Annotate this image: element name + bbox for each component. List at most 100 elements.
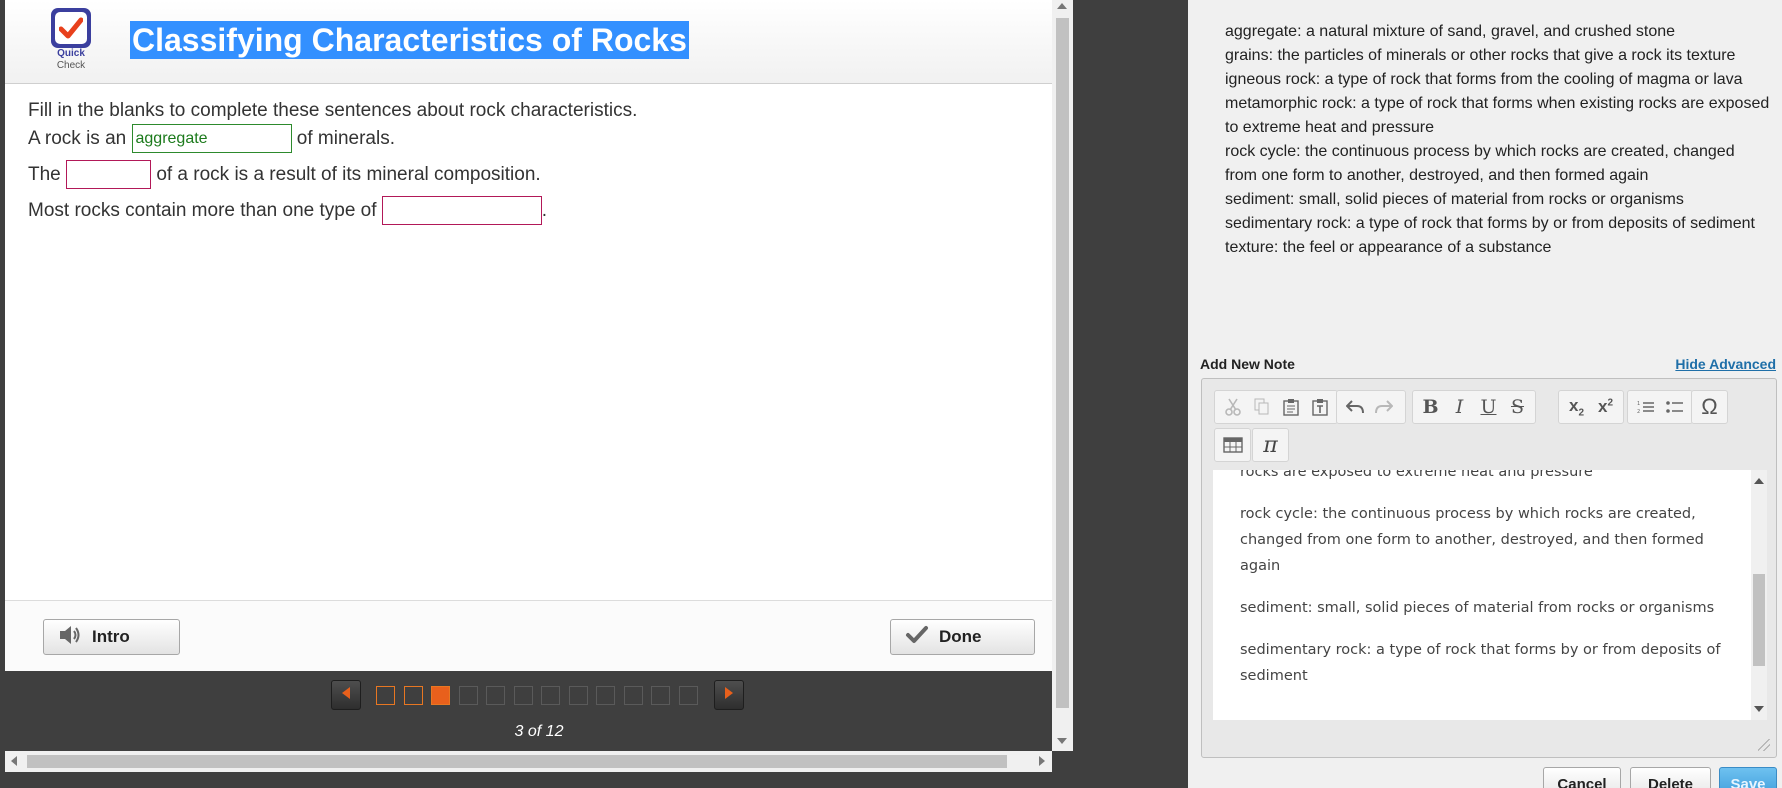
glossary-entry: aggregate: a natural mixture of sand, gr… (1225, 23, 1676, 40)
glossary-entry: sedimentary rock: a type of rock that fo… (1225, 215, 1755, 232)
pi-icon[interactable]: π (1256, 430, 1285, 460)
subscript-icon[interactable]: x2 (1562, 392, 1591, 422)
svg-text:2: 2 (1637, 409, 1640, 414)
sentence-1-before: A rock is an (28, 128, 127, 149)
page-indicator-3[interactable] (431, 686, 450, 705)
page-indicator-9[interactable] (596, 686, 615, 705)
superscript-icon[interactable]: x2 (1591, 392, 1620, 422)
scroll-right-icon[interactable] (1039, 756, 1045, 766)
redo-icon[interactable] (1369, 392, 1398, 422)
cut-icon[interactable] (1218, 392, 1247, 422)
svg-text:1: 1 (1637, 401, 1640, 407)
intro-label: Intro (92, 627, 130, 646)
page-indicator-11[interactable] (651, 686, 670, 705)
sentence-3-before: Most rocks contain more than one type of (28, 200, 377, 221)
scroll-down-icon[interactable] (1057, 738, 1067, 744)
note-editor-body[interactable]: rocks are exposed to extreme heat and pr… (1213, 470, 1767, 720)
activity-frame: Quick Check Classifying Characteristics … (5, 0, 1052, 671)
bulleted-list-icon[interactable] (1660, 392, 1689, 422)
scroll-up-icon[interactable] (1057, 3, 1067, 9)
note-text[interactable]: rocks are exposed to extreme heat and pr… (1240, 470, 1735, 705)
scrollbar-thumb[interactable] (1056, 18, 1069, 708)
quick-check-logo: Quick Check (43, 8, 99, 74)
glossary-entry: texture: the feel or appearance of a sub… (1225, 239, 1552, 256)
glossary-entry: igneous rock: a type of rock that forms … (1225, 71, 1743, 88)
activity-header: Quick Check Classifying Characteristics … (5, 0, 1052, 84)
page-indicator-1[interactable] (376, 686, 395, 705)
glossary-entry: sediment: small, solid pieces of materia… (1225, 191, 1684, 208)
italic-icon[interactable]: I (1445, 392, 1474, 422)
add-note-heading: Add New Note (1200, 356, 1295, 372)
note-paragraph: rock cycle: the continuous process by wh… (1240, 506, 1704, 574)
note-paragraph: rocks are exposed to extreme heat and pr… (1240, 470, 1593, 480)
copy-icon[interactable] (1247, 392, 1276, 422)
activity-footer: Intro Done (5, 600, 1052, 671)
page-indicator-2[interactable] (403, 686, 423, 705)
sentence-3-after: . (541, 200, 548, 221)
page-indicator-6[interactable] (513, 686, 533, 705)
strikethrough-icon[interactable]: S (1503, 392, 1532, 422)
delete-button[interactable]: Delete (1630, 767, 1711, 788)
done-button[interactable]: Done (890, 619, 1035, 655)
save-button[interactable]: Save (1719, 767, 1777, 788)
paste-text-icon[interactable] (1305, 392, 1334, 422)
note-paragraph: sedimentary rock: a type of rock that fo… (1240, 642, 1721, 684)
numbered-list-icon[interactable]: 12 (1631, 392, 1660, 422)
clipboard-toolbar-group (1214, 390, 1338, 424)
activity-pane: Quick Check Classifying Characteristics … (0, 0, 1073, 788)
page-indicator-10[interactable] (623, 686, 643, 705)
resize-grip-icon[interactable] (1758, 739, 1770, 751)
page-navigation: 3 of 12 (0, 671, 1052, 755)
bold-icon[interactable]: B (1416, 392, 1445, 422)
horizontal-scrollbar[interactable] (5, 751, 1052, 772)
previous-page-button[interactable] (331, 680, 361, 710)
scroll-up-icon[interactable] (1754, 478, 1764, 484)
page-indicator-4[interactable] (458, 686, 478, 705)
glossary-entry: grains: the particles of minerals or oth… (1225, 47, 1736, 64)
sentence-1-after: of minerals. (296, 128, 395, 149)
editor-scrollbar[interactable] (1751, 470, 1767, 720)
logo-caption-quick: Quick (57, 48, 85, 59)
notes-panel: aggregate: a natural mixture of sand, gr… (1188, 0, 1782, 788)
blank-3-input[interactable] (381, 196, 542, 226)
page-indicator-5[interactable] (486, 686, 505, 705)
undo-icon[interactable] (1340, 392, 1369, 422)
intro-button[interactable]: Intro (43, 619, 180, 655)
cancel-button[interactable]: Cancel (1543, 767, 1621, 788)
sentence-2-before: The (28, 164, 61, 185)
glossary-entry: metamorphic rock: a type of rock that fo… (1225, 95, 1770, 136)
history-toolbar-group (1336, 390, 1406, 424)
check-icon (905, 625, 929, 650)
sentence-1: A rock is an of minerals. (28, 124, 395, 154)
vertical-scrollbar[interactable] (1052, 0, 1073, 751)
triangle-left-icon (341, 686, 351, 704)
page-indicator-7[interactable] (541, 686, 560, 705)
scroll-left-icon[interactable] (11, 756, 17, 766)
note-paragraph: sediment: small, solid pieces of materia… (1240, 600, 1715, 616)
page-indicator-12[interactable] (678, 686, 698, 705)
glossary-entry: rock cycle: the continuous process by wh… (1225, 143, 1735, 184)
speaker-icon (58, 624, 82, 651)
scroll-down-icon[interactable] (1754, 706, 1764, 712)
list-toolbar-group: 12 (1627, 390, 1693, 424)
table-toolbar-group (1214, 428, 1251, 462)
instructions: Fill in the blanks to complete these sen… (28, 100, 638, 121)
math-toolbar-group: π (1252, 428, 1289, 462)
paste-icon[interactable] (1276, 392, 1305, 422)
checkmark-icon (51, 8, 91, 48)
note-editor: B I U S x2 x2 12 Ω π rocks are exposed t… (1201, 378, 1777, 758)
blank-1-input[interactable] (131, 124, 292, 154)
sentence-3: Most rocks contain more than one type of… (28, 196, 547, 226)
scrollbar-thumb[interactable] (27, 755, 1007, 768)
blank-2-input[interactable] (66, 160, 152, 190)
page-counter: 3 of 12 (514, 723, 564, 740)
script-toolbar-group: x2 x2 (1558, 390, 1624, 424)
symbol-toolbar-group: Ω (1691, 390, 1728, 424)
hide-advanced-link[interactable]: Hide Advanced (1675, 356, 1776, 372)
underline-icon[interactable]: U (1474, 392, 1503, 422)
next-page-button[interactable] (714, 680, 744, 710)
table-icon[interactable] (1218, 430, 1247, 460)
scrollbar-thumb[interactable] (1753, 574, 1765, 666)
page-indicator-8[interactable] (568, 686, 588, 705)
special-character-icon[interactable]: Ω (1695, 392, 1724, 422)
